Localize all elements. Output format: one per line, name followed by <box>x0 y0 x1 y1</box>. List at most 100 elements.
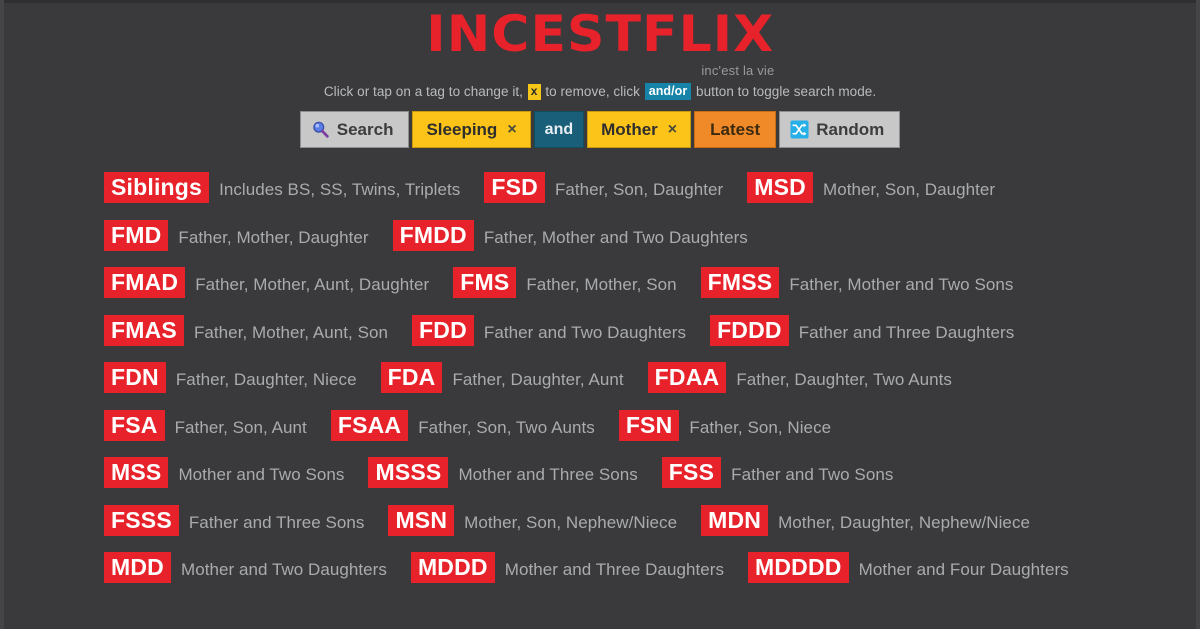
tag-description: Mother and Two Daughters <box>180 560 387 580</box>
search-button-label: Search <box>336 119 394 139</box>
tag-description: Father, Daughter, Niece <box>175 370 357 390</box>
tag-description: Mother, Daughter, Nephew/Niece <box>778 512 1030 532</box>
search-tag-mother-label: Mother <box>601 119 658 139</box>
instructions-part3: button to toggle search mode. <box>696 84 877 99</box>
tag-entry: MDD Mother and Two Daughters <box>104 552 387 584</box>
tag-entry: FSSS Father and Three Sons <box>104 504 365 536</box>
tag-description: Father, Mother and Two Daughters <box>483 227 748 247</box>
tag-badge[interactable]: FMD <box>104 219 169 251</box>
tag-badge[interactable]: MDDD <box>410 552 495 584</box>
instructions-line: Click or tap on a tag to change it, x to… <box>0 83 1200 100</box>
tag-entry: FDD Father and Two Daughters <box>412 314 687 346</box>
tag-badge[interactable]: MSS <box>104 457 169 489</box>
tag-entry: FMSS Father, Mother and Two Sons <box>700 267 1014 299</box>
tag-badge[interactable]: MSD <box>747 172 813 204</box>
tag-entry: FSD Father, Son, Daughter <box>484 172 724 204</box>
tag-description: Father and Three Daughters <box>798 322 1015 342</box>
tag-badge[interactable]: MSSS <box>368 457 449 489</box>
tag-badge[interactable]: FMSS <box>700 267 780 299</box>
random-button-label: Random <box>816 119 885 139</box>
tag-description: Father, Son, Two Aunts <box>418 417 595 437</box>
tag-entry: FSA Father, Son, Aunt <box>104 409 307 441</box>
tag-entry: MSD Mother, Son, Daughter <box>747 172 996 204</box>
tag-badge[interactable]: FMS <box>453 267 517 299</box>
tag-entry: FDN Father, Daughter, Niece <box>104 362 357 394</box>
tag-entry: MSS Mother and Two Sons <box>104 457 345 489</box>
search-button[interactable]: Search <box>299 111 410 148</box>
latest-button-label: Latest <box>710 119 761 139</box>
tag-badge[interactable]: FSS <box>661 457 722 489</box>
tag-row: FMAD Father, Mother, Aunt, Daughter FMS … <box>104 259 1200 307</box>
tag-badge[interactable]: FSD <box>484 172 545 204</box>
instructions-part2: to remove, click <box>545 84 640 99</box>
tag-badge[interactable]: MDN <box>701 504 769 536</box>
search-operator-label: and <box>544 120 574 138</box>
site-logo[interactable]: INCESTFLIX inc'est la vie <box>426 6 774 78</box>
random-button[interactable]: Random <box>779 111 901 148</box>
tag-badge[interactable]: MDDDD <box>748 552 849 584</box>
tag-badge[interactable]: FDA <box>380 362 443 394</box>
tag-entry: FMDD Father, Mother and Two Daughters <box>392 219 748 251</box>
tag-badge[interactable]: FDN <box>104 362 166 394</box>
search-tag-mother[interactable]: Mother × <box>587 111 692 148</box>
remove-x-badge-inline: x <box>527 84 541 100</box>
tag-description: Includes BS, SS, Twins, Triplets <box>219 180 461 200</box>
tag-entry: MDDDD Mother and Four Daughters <box>748 552 1069 584</box>
tag-badge[interactable]: FMAS <box>104 314 184 346</box>
tag-description: Mother, Son, Daughter <box>823 180 996 200</box>
tag-entry: FSAA Father, Son, Two Aunts <box>330 409 595 441</box>
search-tag-sleeping[interactable]: Sleeping × <box>412 111 531 148</box>
tag-description: Father and Two Daughters <box>483 322 687 342</box>
tag-row: FMAS Father, Mother, Aunt, Son FDD Fathe… <box>104 307 1200 355</box>
tag-description: Mother and Three Daughters <box>504 560 725 580</box>
andor-badge-inline: and/or <box>644 83 692 100</box>
tag-badge[interactable]: FDD <box>412 314 474 346</box>
tag-badge[interactable]: FSN <box>618 409 680 441</box>
tag-entry: MSSS Mother and Three Sons <box>368 457 638 489</box>
tag-badge[interactable]: Siblings <box>104 172 210 204</box>
search-tag-sleeping-label: Sleeping <box>426 119 498 139</box>
tag-description: Father and Three Sons <box>188 512 365 532</box>
tag-badge[interactable]: FMAD <box>104 267 186 299</box>
tag-description: Father, Mother and Two Sons <box>789 275 1014 295</box>
tag-row: Siblings Includes BS, SS, Twins, Triplet… <box>104 164 1200 212</box>
tag-description: Father, Son, Daughter <box>554 180 724 200</box>
search-bar: Search Sleeping × and Mother × Latest Ra… <box>0 111 1200 148</box>
tag-row: FDN Father, Daughter, Niece FDA Father, … <box>104 354 1200 402</box>
tag-description: Mother and Three Sons <box>458 465 638 485</box>
tag-badge[interactable]: MSN <box>388 504 455 536</box>
tag-entry: FMAS Father, Mother, Aunt, Son <box>104 314 389 346</box>
tag-badge[interactable]: FMDD <box>392 219 474 251</box>
tag-description: Father, Mother, Aunt, Daughter <box>195 275 430 295</box>
remove-tag-sleeping-icon[interactable]: × <box>507 121 516 138</box>
tag-description: Mother, Son, Nephew/Niece <box>464 512 678 532</box>
tag-badge[interactable]: FDAA <box>647 362 727 394</box>
remove-tag-mother-icon[interactable]: × <box>668 121 677 138</box>
site-header: INCESTFLIX inc'est la vie <box>0 0 1200 78</box>
tag-entry: FMS Father, Mother, Son <box>453 267 677 299</box>
tag-description: Father, Mother, Aunt, Son <box>193 322 389 342</box>
tag-entry: Siblings Includes BS, SS, Twins, Triplet… <box>104 172 461 204</box>
tag-badge[interactable]: MDD <box>104 552 171 584</box>
tag-description: Father, Daughter, Two Aunts <box>736 370 952 390</box>
tag-badge[interactable]: FDDD <box>710 314 789 346</box>
shuffle-icon <box>790 120 809 139</box>
tag-entry: FDA Father, Daughter, Aunt <box>380 362 624 394</box>
left-edge-gutter <box>0 0 4 629</box>
site-tagline: inc'est la vie <box>701 63 775 79</box>
tag-badge[interactable]: FSSS <box>104 504 179 536</box>
tag-entry: FDAA Father, Daughter, Two Aunts <box>647 362 952 394</box>
tag-description: Father, Mother, Son <box>526 275 677 295</box>
tag-description: Father, Son, Aunt <box>174 417 307 437</box>
tag-badge[interactable]: FSAA <box>330 409 409 441</box>
tag-description: Mother and Two Sons <box>178 465 345 485</box>
tag-entry: FSS Father and Two Sons <box>661 457 894 489</box>
tag-entry: FMAD Father, Mother, Aunt, Daughter <box>104 267 430 299</box>
search-operator-toggle[interactable]: and <box>533 111 585 148</box>
tag-entry: MSN Mother, Son, Nephew/Niece <box>388 504 678 536</box>
tag-badge[interactable]: FSA <box>104 409 165 441</box>
tag-row: MDD Mother and Two Daughters MDDD Mother… <box>104 544 1200 592</box>
page-root: INCESTFLIX inc'est la vie Click or tap o… <box>0 0 1200 629</box>
latest-button[interactable]: Latest <box>694 111 777 148</box>
tag-entry: MDN Mother, Daughter, Nephew/Niece <box>701 504 1030 536</box>
